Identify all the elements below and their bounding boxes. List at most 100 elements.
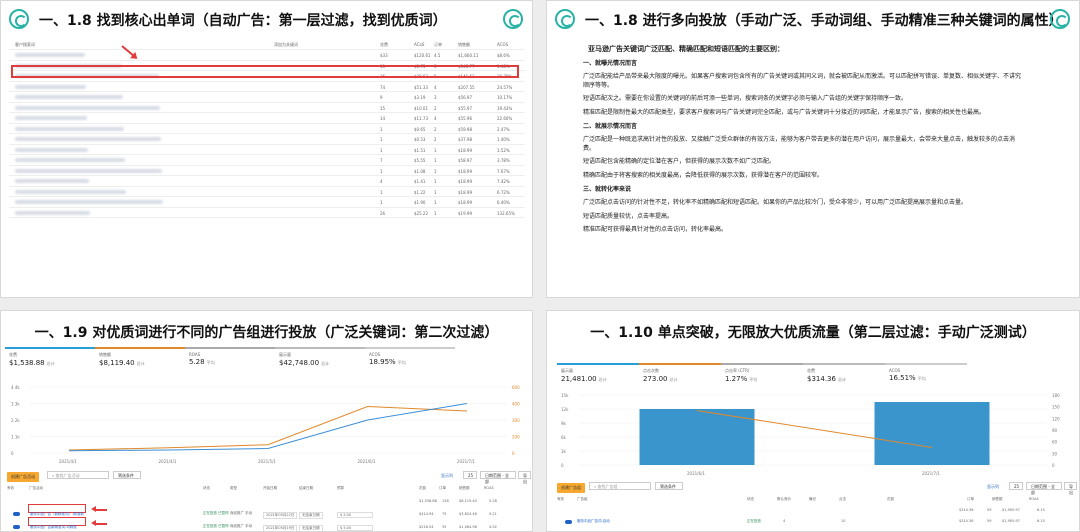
table-cell: $55.96 [458, 116, 472, 121]
column-header: 结束日期 [299, 486, 313, 490]
table-row[interactable]: 1 $0.53 2 $37.98 1.40% [9, 134, 525, 145]
table-cell: 1 [434, 189, 437, 195]
metric-unit: 总计 [46, 361, 55, 366]
table-row[interactable]: 9 $3.19 3 $56.97 10.17% [9, 92, 525, 103]
start-date[interactable]: 2021年05月22日 [263, 512, 298, 519]
start-date[interactable]: 2021年05月19日 [263, 525, 298, 531]
ad-group-search-input[interactable]: ⌕ 查找广告组 [589, 482, 651, 490]
page-size-select[interactable]: 25 [463, 471, 477, 479]
table-cell: $11.73 [414, 116, 428, 121]
table-row[interactable]: 74 $51.33 4 $207.55 24.57% [9, 82, 525, 92]
date-range-select[interactable]: 日期范围 - 全部 [1026, 482, 1062, 495]
table-row[interactable]: 14 $11.73 4 $55.96 22.60% [9, 113, 525, 124]
show-columns-link[interactable]: 显示列 [987, 484, 999, 490]
metric-number: $8,119.40 [99, 359, 135, 367]
table-cell: $207.55 [458, 84, 475, 90]
table-cell: 1 [434, 210, 437, 216]
table-cell: 4 [434, 84, 437, 90]
table-cell: $18.99 [458, 179, 472, 184]
column-header: 广告组 [577, 497, 588, 501]
y-tick-label: 0 [561, 463, 564, 468]
status-text: 正在投放 已暂停 [203, 524, 229, 528]
filter-dropdown[interactable]: 筛选条件 [113, 471, 141, 479]
column-header: 默认竞价 [777, 497, 791, 501]
metric-card[interactable]: ACOS 18.95% 平均 [365, 347, 455, 370]
table-cell: $1.51 [414, 147, 426, 153]
ad-group-link[interactable]: 服务中品广告词-自动 [577, 519, 610, 524]
brand-logo-icon [555, 9, 575, 29]
table-row[interactable]: $33 $120.61 4.5 $1,660.11 $8.6% [9, 50, 525, 61]
clicks-value: 10 [841, 519, 846, 523]
budget-input[interactable]: $ 5.00 [337, 525, 373, 531]
table-cell: 6.40% [497, 200, 510, 205]
metric-unit: 平均 [397, 360, 406, 365]
table-cell: 1 [434, 179, 437, 184]
end-date[interactable]: 无结束日期 [299, 525, 323, 531]
metric-number: 18.95% [369, 358, 396, 366]
table-cell: $18.99 [458, 147, 472, 153]
table-row[interactable]: 15 $10.01 2 $55.97 19.43% [9, 103, 525, 113]
table-cell: 24.57% [497, 84, 513, 90]
metric-card[interactable]: 花费 $1,538.88 总计 [5, 347, 95, 370]
status-toggle[interactable] [13, 525, 20, 529]
slide-title: 一、1.9 对优质词进行不同的广告组进行投放（广泛关键词：第二次过滤） [34, 325, 499, 341]
export-button[interactable]: 导出 [1064, 482, 1077, 495]
metric-cards: 展示量 21,481.00 总计 点击次数 273.00 总计 点击率 (CTR) 1.27%… [557, 363, 967, 386]
metric-cards: 花费 $1,538.88 总计 销售额 $8,119.40 总计 ROAS 5.28 平均 展示量… [5, 347, 455, 370]
status-toggle[interactable] [565, 520, 572, 524]
table-row[interactable]: 1 $0.65 2 $59.98 2.47% [9, 124, 525, 134]
metric-card[interactable]: 点击率 (CTR) 1.27% 平均 [721, 363, 803, 386]
table-row[interactable]: 1 $1.51 1 $18.99 3.52% [9, 145, 525, 155]
redacted-search-term [15, 126, 124, 131]
metric-card[interactable]: ACOS 16.51% 平均 [885, 363, 967, 386]
table-cell: 74 [380, 84, 386, 90]
table-row[interactable]: 1 $1.22 1 $18.99 6.72% [9, 187, 525, 197]
show-columns-link[interactable]: 显示列 [441, 473, 453, 479]
campaign-search-input[interactable]: ⌕ 查找广告活动 [47, 471, 109, 479]
campaign-link[interactable]: 服务中品广告（新精准词）-精准新 [30, 512, 84, 517]
campaign-link[interactable]: 服务中品广告新精准词-词精准 [30, 525, 77, 530]
table-row[interactable]: 1 $1.08 1 $18.99 7.67% [9, 166, 525, 176]
end-date[interactable]: 无结束日期 [299, 512, 323, 519]
date-range-select[interactable]: 日期范围 - 全部 [480, 471, 516, 484]
filter-dropdown[interactable]: 筛选条件 [655, 482, 683, 490]
metric-card[interactable]: 展示量 $42,748.00 总计 [275, 347, 365, 370]
table-cell: 1 [434, 200, 437, 205]
page-size-select[interactable]: 25 [1009, 482, 1023, 490]
metric-label: 展示量 [279, 352, 291, 357]
table-cell: $5.55 [414, 158, 426, 163]
metric-card[interactable]: 花费 $314.36 总计 [803, 363, 885, 386]
campaign-line-chart: 4.4k 3.3k 2.2k 1.1k 0 600 400 300 200 0 2021/4/1 20… [11, 385, 520, 464]
sales-value: $3,824.46 [459, 512, 477, 516]
y-tick-label: 12k [561, 407, 569, 412]
table-row[interactable]: 26 $25.22 1 $19.99 132.65% [9, 208, 525, 218]
match-type-document: 亚马逊广告关键词广泛匹配、精确匹配和短语匹配的主要区别： 一、就曝光情况而言 广泛… [583, 45, 1023, 240]
roas-value: 4.92 [489, 525, 497, 529]
metric-card[interactable]: 点击次数 273.00 总计 [639, 363, 721, 386]
export-button[interactable]: 导出 [518, 471, 531, 484]
spend-value: $414.94 [419, 512, 434, 516]
table-cell: 3.52% [497, 147, 510, 153]
budget-input[interactable]: $ 5.00 [337, 512, 373, 518]
x-tick-label: 2021/5/1 [258, 459, 276, 464]
table-row[interactable]: 7 $5.55 1 $58.97 3.78% [9, 155, 525, 166]
table-cell: $55.97 [458, 105, 472, 111]
y2-tick-label: 600 [512, 385, 520, 390]
create-campaign-button[interactable]: 创建广告活动 [7, 472, 39, 482]
column-header: 订单 [439, 486, 446, 490]
metric-card[interactable]: ROAS 5.28 平均 [185, 347, 275, 370]
table-row[interactable]: 1 $1.90 1 $18.99 6.40% [9, 197, 525, 208]
table-cell: 2 [434, 126, 437, 132]
table-cell: $18.99 [458, 168, 472, 174]
table-cell: 132.65% [497, 210, 515, 216]
metric-value: $314.36 总计 [807, 375, 881, 383]
y-tick-label: 3k [561, 449, 567, 454]
status-toggle[interactable] [13, 512, 20, 516]
create-ad-group-button[interactable]: 创建广告组 [557, 483, 585, 493]
metric-card[interactable]: 销售额 $8,119.40 总计 [95, 347, 185, 370]
metric-label: 点击次数 [643, 368, 659, 373]
y-tick-label: 9k [561, 421, 567, 426]
metric-card[interactable]: 展示量 21,481.00 总计 [557, 363, 639, 386]
y-tick-label: 0 [11, 451, 14, 456]
table-row[interactable]: 4 $1.41 1 $18.99 7.42% [9, 176, 525, 187]
